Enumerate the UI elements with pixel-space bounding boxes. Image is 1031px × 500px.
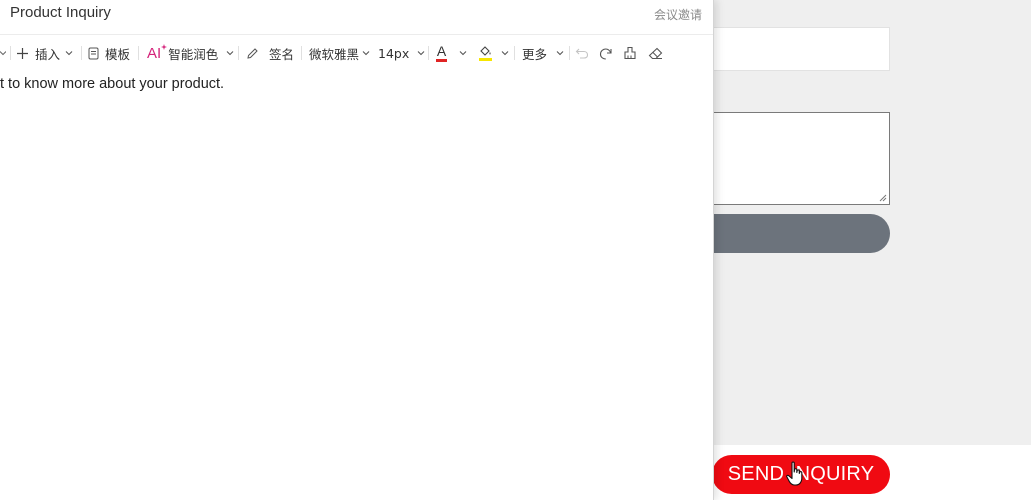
- template-button[interactable]: 模板: [88, 35, 130, 71]
- toolbar-divider: [514, 46, 515, 60]
- font-color-icon: A: [436, 42, 447, 62]
- pen-icon: [247, 47, 258, 59]
- meeting-invite-link[interactable]: 会议邀请: [654, 6, 702, 23]
- insert-button[interactable]: 插入: [16, 35, 73, 71]
- toolbar-divider: [238, 46, 239, 60]
- ai-badge: AI: [147, 44, 162, 62]
- email-body-text[interactable]: t to know more about your product.: [0, 76, 224, 92]
- resize-handle-icon[interactable]: [879, 194, 887, 202]
- font-size-value: 14px: [378, 45, 410, 61]
- redo-icon: [599, 47, 612, 60]
- toolbar-divider: [301, 46, 302, 60]
- font-color-button[interactable]: A: [436, 35, 467, 71]
- chevron-down-icon: [65, 51, 73, 56]
- font-family-value: 微软雅黑: [309, 46, 360, 62]
- ai-polish-button[interactable]: AI 智能润色: [147, 35, 234, 71]
- highlight-color-button[interactable]: [479, 35, 509, 71]
- toolbar-divider: [138, 46, 139, 60]
- chevron-down-icon: [501, 51, 509, 56]
- bucket-shape: [480, 45, 491, 56]
- send-inquiry-label: SEND INQUIRY: [727, 463, 875, 485]
- signature-label: 签名: [269, 46, 295, 62]
- font-family-select[interactable]: 微软雅黑: [309, 35, 370, 71]
- more-button[interactable]: 更多: [522, 35, 564, 71]
- chevron-down-icon: [417, 51, 425, 56]
- chevron-down-icon: [226, 51, 234, 56]
- chevron-down-icon: [0, 51, 6, 56]
- chevron-down-icon: [459, 51, 467, 56]
- format-painter-icon: [624, 46, 636, 60]
- eraser-icon: [648, 47, 663, 59]
- mail-editor-window: Product Inquiry 会议邀请 插入 模板 AI 智能润色 签名 微软…: [0, 0, 714, 500]
- editor-title: Product Inquiry: [10, 4, 111, 21]
- toolbar-divider: [428, 46, 429, 60]
- clear-format-button[interactable]: [648, 35, 663, 71]
- editor-title-bar: Product Inquiry 会议邀请: [0, 0, 713, 30]
- undo-icon: [575, 48, 589, 59]
- highlight-swatch: [479, 57, 492, 61]
- toolbar-divider: [569, 46, 570, 60]
- send-inquiry-button[interactable]: SEND INQUIRY: [712, 455, 890, 494]
- template-label: 模板: [105, 46, 131, 62]
- toolbar-overflow-caret[interactable]: [0, 35, 6, 71]
- template-icon: [88, 47, 99, 59]
- signature-button[interactable]: 签名: [246, 35, 294, 71]
- undo-button[interactable]: [575, 35, 589, 71]
- ai-polish-label: 智能润色: [168, 46, 219, 62]
- font-color-swatch: [436, 58, 447, 62]
- format-painter-button[interactable]: [623, 35, 637, 71]
- toolbar-divider: [10, 46, 11, 60]
- insert-label: 插入: [35, 46, 61, 62]
- font-color-glyph: A: [436, 42, 447, 59]
- plus-icon: [17, 47, 28, 59]
- more-label: 更多: [522, 46, 548, 62]
- toolbar-divider: [81, 46, 82, 60]
- chevron-down-icon: [362, 51, 370, 56]
- chevron-down-icon: [556, 51, 564, 56]
- font-size-select[interactable]: 14px: [378, 35, 425, 71]
- redo-button[interactable]: [599, 35, 613, 71]
- paint-bucket-icon: [479, 45, 492, 61]
- sparkle-icon: [161, 44, 168, 50]
- editor-toolbar: 插入 模板 AI 智能润色 签名 微软雅黑 14px A 更多: [0, 34, 713, 70]
